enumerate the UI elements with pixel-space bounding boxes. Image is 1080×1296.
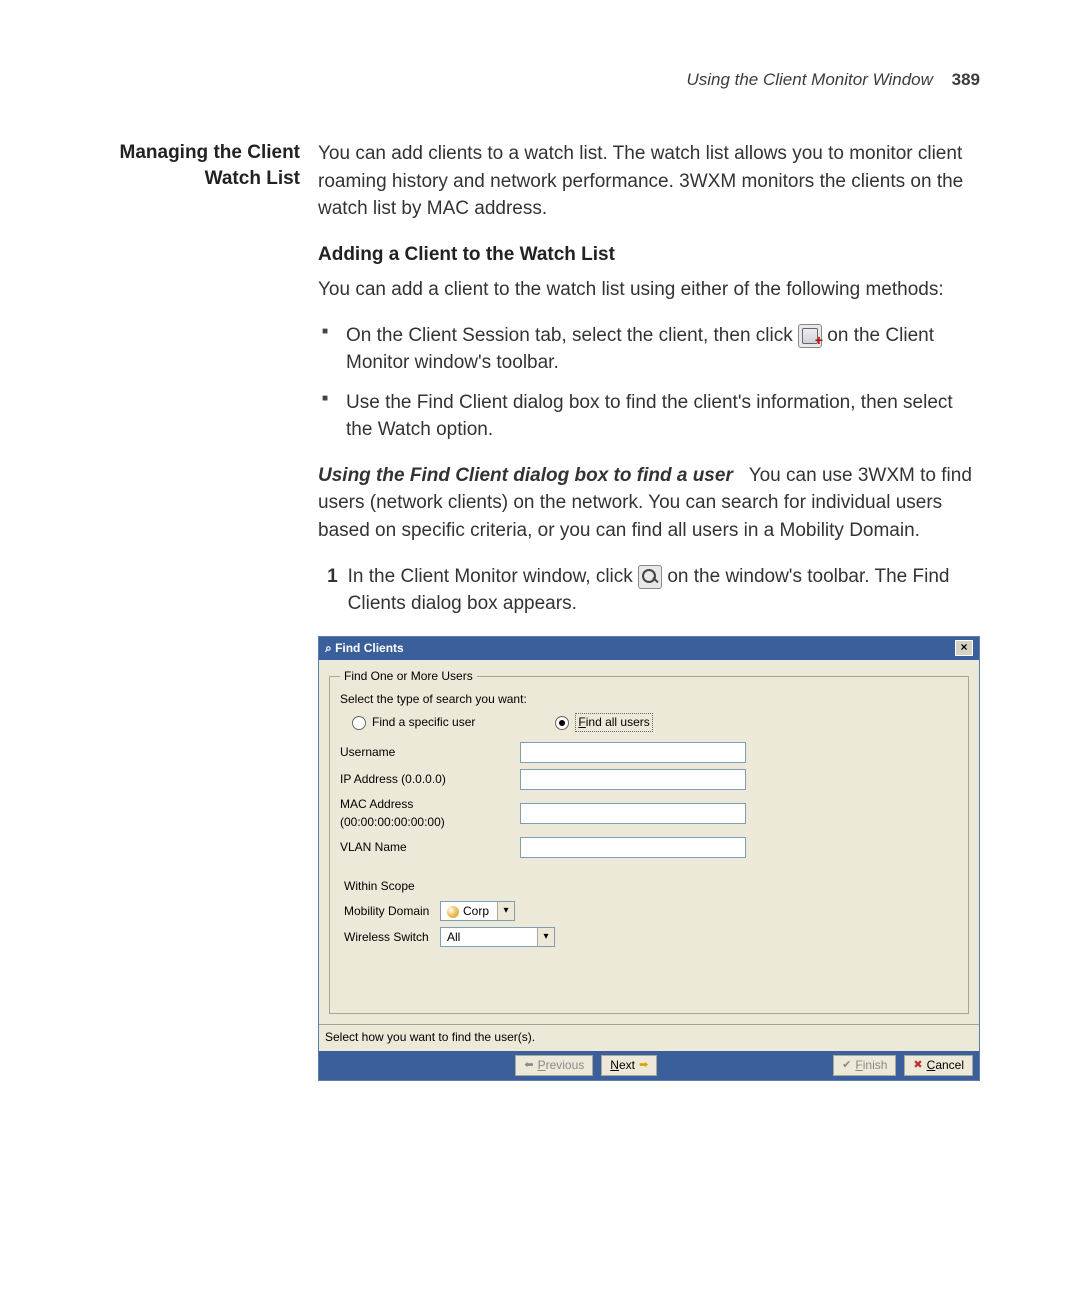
list-item: Use the Find Client dialog box to find t… (346, 389, 980, 444)
globe-icon (447, 906, 459, 918)
next-button[interactable]: Next ➡ (601, 1055, 657, 1076)
ip-label: IP Address (0.0.0.0) (340, 771, 520, 788)
dialog-titlebar[interactable]: ⌕ Find Clients × (319, 637, 979, 660)
dialog-hint: Select how you want to find the user(s). (319, 1024, 979, 1050)
radio-find-all[interactable]: Find all users (555, 713, 652, 732)
mac-input[interactable] (520, 803, 746, 824)
running-header: Using the Client Monitor Window 389 (100, 70, 980, 90)
find-client-icon (638, 565, 662, 589)
add-to-watch-icon (798, 324, 822, 348)
mobility-domain-value: Corp (463, 904, 489, 918)
arrow-left-icon: ⬅ (524, 1058, 533, 1074)
scope-heading: Within Scope (344, 878, 954, 895)
dialog-button-bar: ⬅ Previous Next ➡ ✔ Finish ✖ Cancel (319, 1051, 979, 1080)
wireless-switch-label: Wireless Switch (344, 929, 440, 946)
wireless-switch-select[interactable]: All ▾ (440, 927, 555, 947)
side-heading: Managing the Client Watch List (100, 140, 318, 1081)
dialog-title: Find Clients (335, 641, 404, 655)
radio-icon (352, 716, 366, 730)
find-clients-dialog: ⌕ Find Clients × Find One or More Users … (318, 636, 980, 1082)
chevron-down-icon: ▾ (537, 928, 554, 946)
finish-button: ✔ Finish (833, 1055, 896, 1076)
arrow-right-icon: ➡ (639, 1058, 648, 1074)
page-number: 389 (952, 70, 980, 89)
wireless-switch-value: All (441, 929, 537, 946)
previous-button: ⬅ Previous (515, 1055, 593, 1076)
run-in-paragraph: Using the Find Client dialog box to find… (318, 462, 980, 545)
chevron-down-icon: ▾ (497, 902, 514, 920)
check-icon: ✔ (842, 1058, 851, 1074)
mobility-domain-label: Mobility Domain (344, 903, 440, 920)
mobility-domain-select[interactable]: Corp ▾ (440, 901, 515, 921)
step-text: In the Client Monitor window, click (348, 566, 638, 587)
radio-label: Find all users (575, 713, 652, 732)
subheading-add-client: Adding a Client to the Watch List (318, 241, 980, 269)
username-input[interactable] (520, 742, 746, 763)
close-icon: ✖ (913, 1058, 922, 1074)
running-header-title: Using the Client Monitor Window (686, 70, 932, 89)
step-number: 1 (318, 563, 338, 618)
vlan-input[interactable] (520, 837, 746, 858)
radio-icon (555, 716, 569, 730)
list-item: On the Client Session tab, select the cl… (346, 322, 980, 377)
watch-list-methods: On the Client Session tab, select the cl… (318, 322, 980, 444)
cancel-button[interactable]: ✖ Cancel (904, 1055, 973, 1076)
run-in-heading: Using the Find Client dialog box to find… (318, 465, 733, 486)
radio-label: Find a specific user (372, 714, 475, 731)
bullet-text: On the Client Session tab, select the cl… (346, 325, 798, 346)
mac-label: MAC Address (00:00:00:00:00:00) (340, 796, 520, 831)
step-1: 1 In the Client Monitor window, click on… (318, 563, 980, 618)
vlan-label: VLAN Name (340, 839, 520, 856)
radio-find-specific[interactable]: Find a specific user (352, 713, 475, 732)
search-fieldset: Find One or More Users Select the type o… (329, 668, 969, 1014)
fieldset-legend: Find One or More Users (340, 668, 477, 685)
search-prompt: Select the type of search you want: (340, 691, 958, 708)
title-icon: ⌕ (325, 641, 335, 655)
close-icon[interactable]: × (955, 640, 973, 656)
add-intro: You can add a client to the watch list u… (318, 276, 980, 304)
intro-paragraph: You can add clients to a watch list. The… (318, 140, 980, 223)
ip-input[interactable] (520, 769, 746, 790)
username-label: Username (340, 744, 520, 761)
